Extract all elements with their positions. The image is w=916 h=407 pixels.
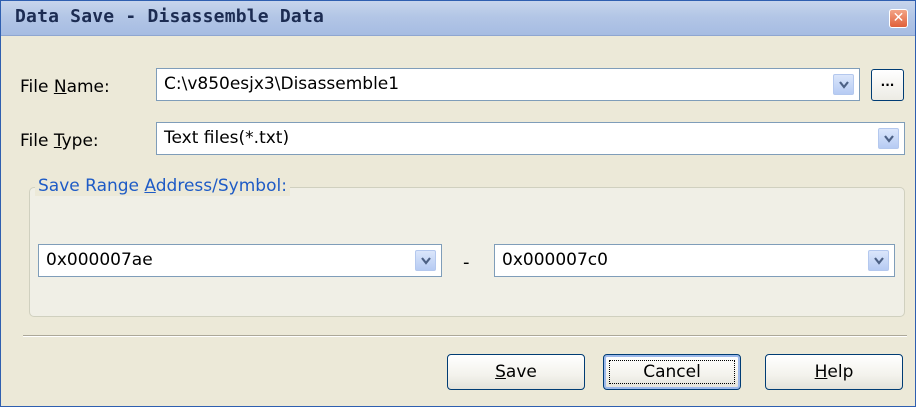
file-type-value: Text files(*.txt) (164, 128, 290, 148)
dialog-title: Data Save - Disassemble Data (15, 6, 325, 27)
chevron-down-icon (421, 257, 431, 265)
range-separator: - (463, 252, 470, 273)
file-type-combobox[interactable]: Text files(*.txt) (156, 122, 905, 155)
save-button[interactable]: Save (447, 354, 585, 390)
separator-line (23, 335, 907, 337)
browse-button[interactable]: ... (871, 69, 904, 101)
close-icon: ✕ (892, 10, 905, 26)
chevron-down-icon (874, 257, 884, 265)
end-address-combobox[interactable]: 0x000007c0 (494, 244, 895, 277)
end-address-dropdown-button[interactable] (868, 250, 889, 271)
file-type-label: File Type: (20, 131, 99, 151)
start-address-combobox[interactable]: 0x000007ae (38, 244, 442, 277)
start-address-dropdown-button[interactable] (415, 250, 436, 271)
data-save-dialog: Data Save - Disassemble Data ✕ File Name… (0, 0, 916, 407)
title-bar[interactable]: Data Save - Disassemble Data ✕ (1, 1, 915, 36)
chevron-down-icon (839, 81, 849, 89)
start-address-value: 0x000007ae (46, 250, 153, 270)
chevron-down-icon (884, 135, 894, 143)
file-name-combobox[interactable]: C:\v850esjx3\Disassemble1 (156, 68, 860, 101)
end-address-value: 0x000007c0 (502, 250, 608, 270)
focus-rect (609, 360, 735, 384)
file-name-label: File Name: (20, 77, 110, 97)
save-range-label: Save Range Address/Symbol: (35, 176, 290, 196)
file-name-value: C:\v850esjx3\Disassemble1 (164, 74, 400, 94)
help-button[interactable]: Help (765, 354, 903, 390)
file-type-dropdown-button[interactable] (878, 128, 899, 149)
cancel-button[interactable]: Cancel (603, 354, 741, 390)
file-name-dropdown-button[interactable] (833, 74, 854, 95)
close-button[interactable]: ✕ (889, 9, 908, 28)
